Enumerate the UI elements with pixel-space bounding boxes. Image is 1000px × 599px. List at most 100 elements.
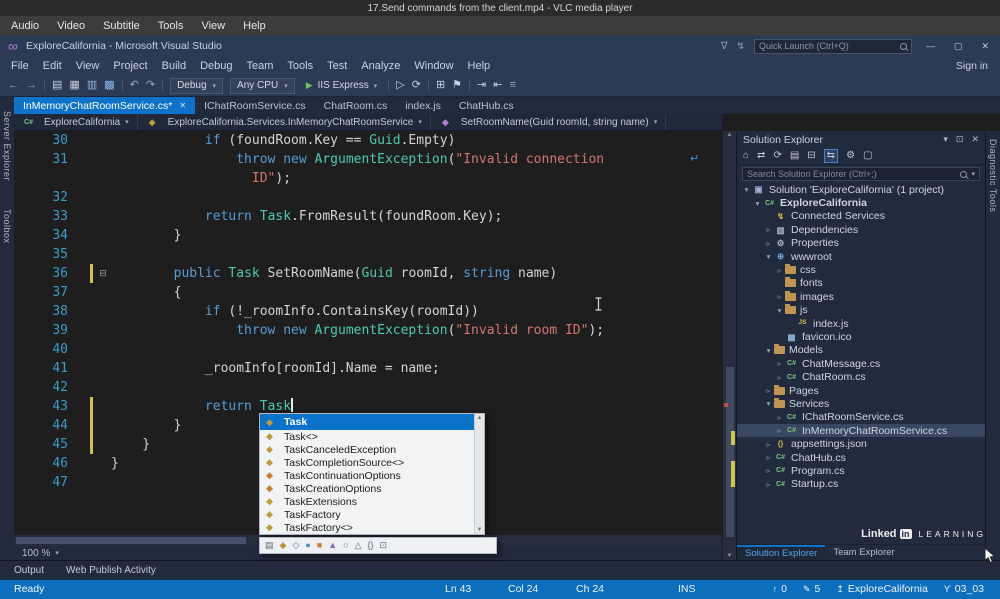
notifications-icon[interactable]: ↯ — [737, 41, 745, 52]
tree-item[interactable]: ▹ C# InMemoryChatRoomService.cs — [737, 424, 985, 438]
menu-window[interactable]: Window — [407, 60, 460, 72]
scroll-up-icon[interactable]: ▲ — [477, 415, 483, 421]
tree-item[interactable]: ▹ C# IChatRoomService.cs — [737, 411, 985, 424]
pending-edits[interactable]: ✎ 5 — [803, 583, 820, 595]
vlc-menu-help[interactable]: Help — [234, 20, 275, 32]
intellisense-item[interactable]: ◆ TaskFactory — [260, 508, 474, 521]
intellisense-item[interactable]: ◆ Task<> — [260, 430, 474, 443]
menu-test[interactable]: Test — [320, 60, 354, 72]
breadcrumb-segment[interactable]: ◆ ExploreCalifornia.Services.InMemoryChat… — [138, 114, 431, 130]
menu-project[interactable]: Project — [106, 60, 154, 72]
status-character[interactable]: Ch 24 — [576, 583, 604, 595]
tree-item[interactable]: ▾ js — [737, 304, 985, 317]
expander-icon[interactable]: ▾ — [763, 252, 774, 261]
tree-item[interactable]: ▹ C# Startup.cs — [737, 478, 985, 491]
repository[interactable]: ↥ ExploreCalifornia — [836, 583, 928, 595]
redo-icon[interactable]: ↷ — [146, 80, 155, 91]
status-line[interactable]: Ln 43 — [445, 583, 471, 595]
filter-structs-icon[interactable]: ◇ — [292, 541, 299, 550]
expander-icon[interactable]: ▹ — [763, 386, 774, 395]
properties-icon[interactable]: ⚙ — [846, 151, 855, 161]
tree-item[interactable]: ▹{} appsettings.json — [737, 437, 985, 450]
pending-changes-filter-icon[interactable]: ⟳ — [773, 151, 781, 161]
filter-enums-icon[interactable]: ■ — [317, 541, 322, 550]
outdent-icon[interactable]: ⇤ — [493, 80, 502, 91]
code-line[interactable]: 42 — [14, 378, 722, 397]
doc-tab[interactable]: ChatRoom.cs — [315, 97, 397, 114]
platform-dropdown[interactable]: Any CPU ▾ — [230, 77, 295, 94]
tree-item[interactable]: ▾ C# ExploreCalifornia — [737, 196, 985, 209]
menu-edit[interactable]: Edit — [36, 60, 69, 72]
doc-tab[interactable]: index.js — [396, 97, 450, 114]
code-line[interactable]: 35 — [14, 245, 722, 264]
menu-build[interactable]: Build — [155, 60, 193, 72]
run-button[interactable]: ▶ IIS Express ▾ — [302, 80, 382, 91]
tree-item[interactable]: ▹ css — [737, 263, 985, 276]
close-panel-icon[interactable]: ✕ — [971, 134, 979, 145]
save-all-icon[interactable]: ▩ — [104, 80, 114, 91]
save-icon[interactable]: ▥ — [87, 80, 97, 91]
vs-titlebar[interactable]: ∞ ExploreCalifornia - Microsoft Visual S… — [0, 35, 1000, 57]
expander-icon[interactable]: ▹ — [774, 426, 785, 435]
close-button[interactable]: ✕ — [976, 41, 994, 52]
expander-icon[interactable]: ▹ — [774, 373, 785, 382]
doc-tab[interactable]: InMemoryChatRoomService.cs* ✕ — [14, 97, 196, 114]
open-file-icon[interactable]: ▦ — [69, 80, 79, 91]
expander-icon[interactable]: ▹ — [763, 480, 774, 489]
intellisense-item[interactable]: ◆ TaskCompletionSource<> — [260, 456, 474, 469]
code-line[interactable]: 32 — [14, 188, 722, 207]
tree-item[interactable]: ▾ Services — [737, 397, 985, 410]
code-line[interactable]: 30 if (foundRoom.Key == Guid.Empty) — [14, 131, 722, 150]
tree-item[interactable]: ▹ ▥ Dependencies — [737, 223, 985, 236]
code-line[interactable]: 39 throw new ArgumentException("Invalid … — [14, 321, 722, 340]
tree-item[interactable]: JS index.js — [737, 317, 985, 330]
tree-item[interactable]: ▹ images — [737, 290, 985, 303]
vlc-menu-view[interactable]: View — [192, 20, 234, 32]
undo-icon[interactable]: ↶ — [130, 80, 139, 91]
expander-icon[interactable]: ▹ — [763, 466, 774, 475]
intellisense-item[interactable]: ◆ TaskExtensions — [260, 495, 474, 508]
filter-locals-icon[interactable]: △ — [355, 541, 362, 550]
filter-interfaces-icon[interactable]: ● — [305, 541, 310, 550]
code-line[interactable]: 34 } — [14, 226, 722, 245]
sign-in-link[interactable]: Sign in — [956, 57, 988, 75]
solution-explorer-header[interactable]: Solution Explorer ▾ ⊡ ✕ — [737, 131, 985, 148]
filter-constants-icon[interactable]: ○ — [343, 541, 348, 550]
commits-to-push[interactable]: ↑ 0 — [773, 583, 787, 595]
breadcrumb-segment[interactable]: C# ExploreCalifornia ▾ — [14, 114, 138, 130]
panel-tab-solution-explorer[interactable]: Solution Explorer — [737, 545, 826, 560]
maximize-button[interactable]: ▢ — [949, 41, 968, 52]
menu-help[interactable]: Help — [461, 60, 498, 72]
expander-icon[interactable]: ▹ — [763, 440, 774, 449]
menu-file[interactable]: File — [4, 60, 36, 72]
quick-launch-input[interactable] — [758, 41, 896, 51]
expander-icon[interactable]: ▹ — [763, 225, 774, 234]
feedback-filter-icon[interactable]: ∇ — [721, 41, 728, 52]
panel-tab-team-explorer[interactable]: Team Explorer — [825, 545, 902, 560]
filter-snippets-icon[interactable]: {} — [368, 541, 374, 550]
expander-icon[interactable]: ▹ — [763, 239, 774, 248]
output-tab-web-publish-activity[interactable]: Web Publish Activity — [66, 565, 156, 576]
menu-team[interactable]: Team — [240, 60, 281, 72]
pin-icon[interactable]: ⊡ — [956, 134, 964, 145]
vlc-menu-tools[interactable]: Tools — [149, 20, 193, 32]
vscroll-thumb[interactable] — [726, 367, 734, 537]
tree-item[interactable]: ▹ C# Program.cs — [737, 464, 985, 477]
solution-search-input[interactable] — [747, 169, 957, 179]
tree-item[interactable]: ↯ Connected Services — [737, 210, 985, 223]
tree-item[interactable]: ▦ favicon.ico — [737, 330, 985, 343]
doc-tab[interactable]: ChatHub.cs — [450, 97, 523, 114]
scroll-down-icon[interactable]: ▼ — [477, 527, 483, 533]
status-column[interactable]: Col 24 — [508, 583, 538, 595]
tree-item[interactable]: ▹ C# ChatHub.cs — [737, 451, 985, 464]
menu-analyze[interactable]: Analyze — [354, 60, 407, 72]
expander-icon[interactable]: ▹ — [774, 413, 785, 422]
hscroll-thumb[interactable] — [16, 537, 246, 544]
code-line[interactable]: 40 — [14, 340, 722, 359]
code-line[interactable]: ID"); — [14, 169, 722, 188]
preview-selected-icon[interactable]: ▢ — [863, 151, 872, 161]
filter-namespaces-icon[interactable]: ▤ — [265, 541, 274, 550]
vlc-menu-audio[interactable]: Audio — [2, 20, 48, 32]
intellisense-item[interactable]: ◆ TaskCanceledException — [260, 443, 474, 456]
expander-icon[interactable]: ▹ — [774, 292, 785, 301]
